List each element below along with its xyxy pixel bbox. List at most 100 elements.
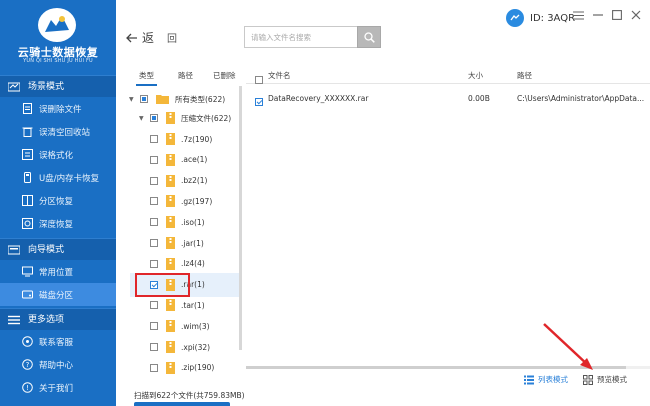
tree-row-archive-type[interactable]: .iso(1) (150, 213, 205, 231)
sidebar-item-deleted-files[interactable]: 误删除文件 (0, 97, 116, 120)
checkbox[interactable] (150, 239, 158, 247)
file-type-tree: 类型 路径 已删除 ▼ 所有类型(622) ▼ 压缩文件(622) .7z(19… (129, 64, 241, 374)
checkbox[interactable] (150, 363, 158, 372)
archive-file-icon (166, 257, 175, 270)
sidebar-item-recycle-bin[interactable]: 误清空回收站 (0, 120, 116, 143)
sidebar-item-format[interactable]: 误格式化 (0, 143, 116, 166)
column-path[interactable]: 路径 (517, 70, 532, 81)
app-subtitle: YUN QI SHI SHU JU HUI FU (23, 58, 93, 64)
sidebar-item-label: 常用位置 (39, 267, 74, 278)
search-input[interactable]: 请输入文件名搜索 (244, 26, 360, 48)
archive-file-icon (166, 174, 175, 187)
minimize-button[interactable] (591, 8, 605, 22)
checkbox[interactable] (150, 197, 158, 206)
tree-label: 压缩文件(622) (181, 113, 232, 123)
disk-icon (22, 290, 33, 299)
tree-label: .lz4(4) (181, 259, 205, 269)
sidebar-item-label: 误删除文件 (39, 104, 82, 115)
tab-deleted[interactable]: 已删除 (213, 70, 236, 81)
tree-row-archive-type[interactable]: .gz(197) (150, 192, 212, 210)
scene-mode-icon (8, 82, 20, 91)
archive-file-icon (166, 153, 175, 166)
preview-mode-button[interactable]: 预览模式 (583, 374, 627, 385)
tree-row-all-types[interactable]: ▼ 所有类型(622) (129, 90, 225, 108)
tree-row-archive-type[interactable]: .xpi(32) (150, 338, 210, 356)
tree-row-archive-type[interactable]: .tar(1) (150, 296, 205, 314)
tree-tabs: 类型 路径 已删除 (129, 64, 241, 86)
collapse-arrow-icon[interactable]: ▼ (139, 115, 146, 122)
sidebar-item-deep-recovery[interactable]: 深度恢复 (0, 212, 116, 235)
sidebar-item-usb[interactable]: U盘/内存卡恢复 (0, 166, 116, 189)
tree-row-archive-type[interactable]: .wim(3) (150, 317, 210, 335)
deep-scan-icon (22, 218, 33, 229)
checkbox[interactable] (150, 155, 158, 164)
checkbox[interactable] (150, 343, 158, 351)
collapse-arrow-icon[interactable]: ▼ (129, 96, 136, 103)
wizard-mode-icon (8, 245, 20, 254)
section-label: 向导模式 (28, 244, 65, 255)
tree-row-archive-type[interactable]: .ace(1) (150, 151, 207, 169)
column-name[interactable]: 文件名 (268, 70, 291, 81)
user-id-text: ID: 3AQR (530, 12, 576, 24)
tree-label: .iso(1) (181, 217, 205, 227)
section-label: 场景模式 (28, 81, 65, 92)
checkbox[interactable] (150, 176, 158, 185)
tab-path[interactable]: 路径 (178, 70, 193, 81)
tree-label: .zip(190) (181, 363, 215, 373)
tree-row-archive-type[interactable]: .7z(190) (150, 130, 212, 148)
tree-row-archive-type[interactable]: .zip(190) (150, 359, 214, 377)
section-wizard-mode[interactable]: 向导模式 (0, 238, 116, 260)
checkbox[interactable] (150, 259, 158, 268)
tab-type[interactable]: 类型 (136, 70, 157, 86)
scan-status: 扫描到622个文件(共759.83MB) (134, 391, 245, 400)
sidebar-item-label: 联系客服 (39, 337, 74, 348)
section-scene-mode[interactable]: 场景模式 (0, 75, 116, 97)
tree-row-archive-type[interactable]: .lz4(4) (150, 255, 205, 273)
sidebar-item-help-center[interactable]: ? 帮助中心 (0, 353, 116, 376)
checkbox[interactable] (140, 95, 148, 103)
sidebar-item-partition[interactable]: 分区恢复 (0, 189, 116, 212)
tree-label: .xpi(32) (181, 342, 211, 352)
maximize-button[interactable] (610, 8, 624, 22)
back-button[interactable]: 返 (126, 29, 154, 46)
archive-file-icon (166, 361, 175, 374)
sidebar-item-about-us[interactable]: ! 关于我们 (0, 376, 116, 399)
tree-label: 所有类型(622) (175, 94, 226, 104)
tree-scrollbar[interactable] (239, 86, 242, 350)
close-button[interactable] (629, 8, 643, 22)
tree-row-archive-type[interactable]: .bz2(1) (150, 172, 207, 190)
sidebar-item-label: U盘/内存卡恢复 (39, 173, 100, 184)
checkbox[interactable] (150, 322, 158, 331)
svg-text:!: ! (26, 384, 29, 392)
preview-mode-label: 预览模式 (597, 375, 627, 384)
tree-label: .ace(1) (181, 155, 208, 165)
tree-row-archive-files[interactable]: ▼ 压缩文件(622) (139, 109, 231, 127)
file-list-header: 文件名 大小 路径 (246, 64, 650, 84)
tree-label: .wim(3) (181, 321, 210, 331)
rar-highlight-box (135, 273, 190, 297)
maximize-icon (612, 10, 622, 20)
checkbox[interactable] (150, 301, 158, 310)
list-mode-button[interactable]: 列表模式 (524, 374, 568, 385)
user-id[interactable]: ID: 3AQR (506, 9, 575, 27)
file-row[interactable]: DataRecovery_XXXXXX.rar 0.00B C:\Users\A… (246, 90, 650, 108)
checkbox[interactable] (150, 135, 158, 143)
refresh-button[interactable]: 回 (167, 30, 177, 45)
help-icon: ? (22, 359, 33, 370)
annotation-arrow (543, 323, 593, 370)
tree-row-archive-type[interactable]: .jar(1) (150, 234, 204, 252)
checkbox[interactable] (150, 218, 158, 227)
file-icon (23, 103, 32, 114)
column-size[interactable]: 大小 (468, 70, 483, 81)
sidebar-item-disk-partition[interactable]: 磁盘分区 (0, 283, 116, 306)
sidebar-item-common-locations[interactable]: 常用位置 (0, 260, 116, 283)
search-button[interactable] (357, 26, 381, 48)
menu-button[interactable] (571, 8, 585, 22)
archive-file-icon (166, 320, 175, 333)
checkbox[interactable] (150, 114, 158, 122)
sidebar-item-contact-support[interactable]: 联系客服 (0, 330, 116, 353)
grid-view-icon (583, 374, 593, 385)
file-name: DataRecovery_XXXXXX.rar (268, 94, 369, 103)
file-size: 0.00B (468, 94, 490, 103)
section-more-options[interactable]: 更多选项 (0, 308, 116, 330)
